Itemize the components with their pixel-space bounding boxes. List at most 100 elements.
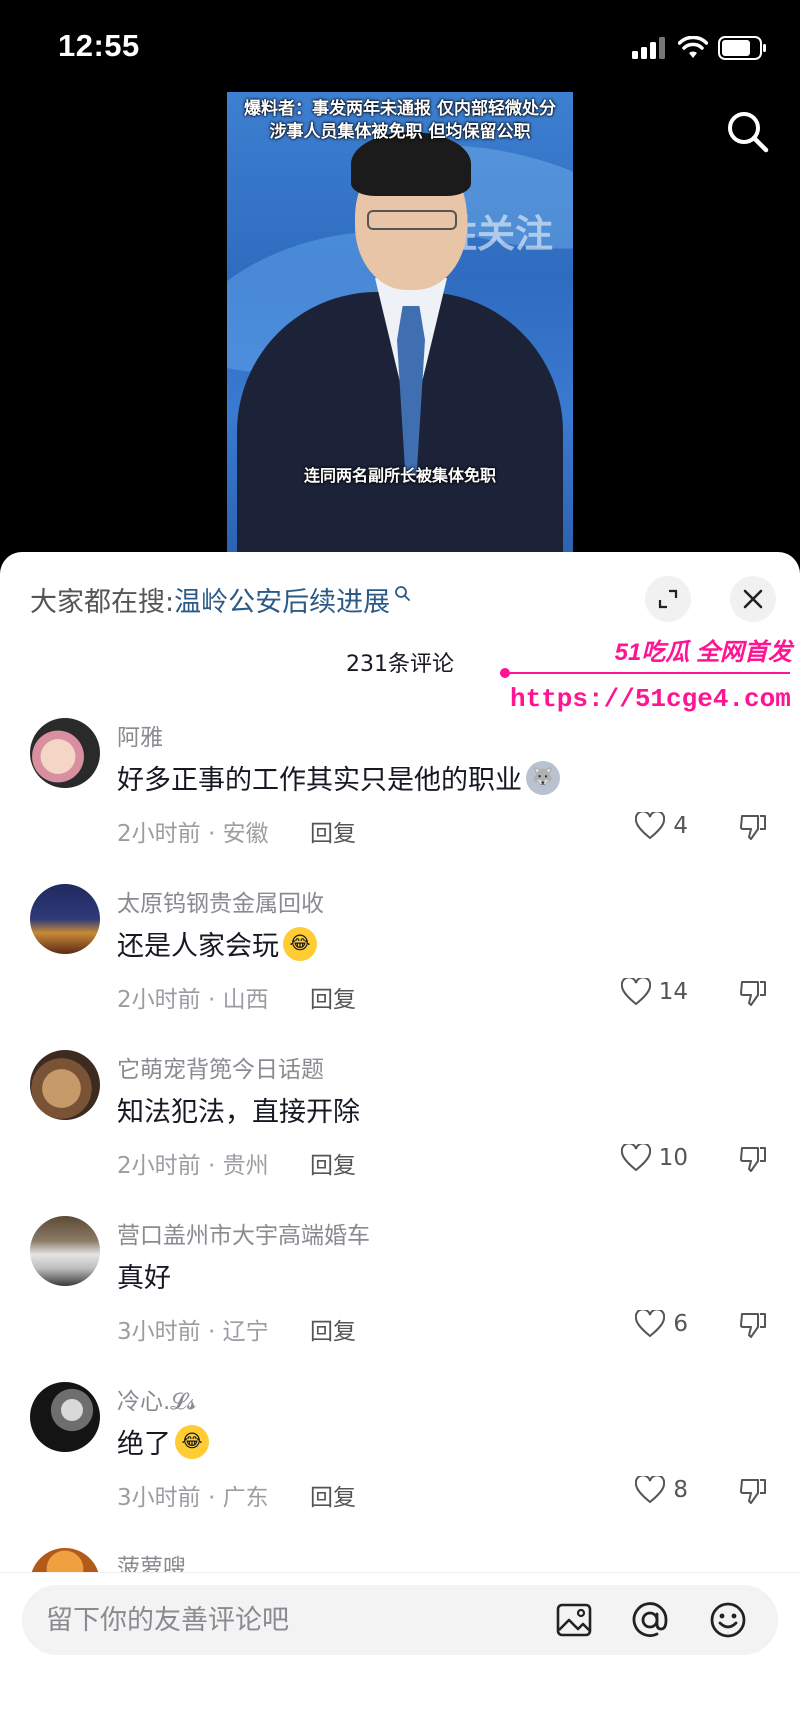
heart-icon [620, 978, 651, 1006]
comment-meta: 2小时前 · 贵州 [117, 1146, 269, 1180]
comment-item[interactable]: 太原钨钢贵金属回收 还是人家会玩 😂 2小时前 · 山西 回复 14 [0, 884, 800, 1050]
search-icon[interactable] [724, 108, 772, 156]
comment-region: 安徽 [222, 821, 269, 847]
comment-text-body: 绝了 [117, 1429, 171, 1460]
search-icon [395, 585, 411, 601]
mention-icon[interactable] [630, 1600, 670, 1640]
anchor-glasses [367, 210, 457, 230]
comment-text-body: 真好 [117, 1263, 171, 1294]
promo-url: https://51cge4.com [510, 684, 791, 714]
dog-emoji-icon: 🐺 [526, 760, 560, 795]
expand-icon [658, 589, 678, 609]
comment-item[interactable]: 营口盖州市大宇高端婚车 真好 3小时前 · 辽宁 回复 6 [0, 1216, 800, 1382]
like-button[interactable]: 10 [620, 1144, 688, 1172]
comment-item[interactable]: 它萌宠背篼今日话题 知法犯法，直接开除 2小时前 · 贵州 回复 10 [0, 1050, 800, 1216]
video-caption-line: 爆料者：事发两年未通报 仅内部轻微处分 [244, 99, 556, 119]
meta-separator: · [200, 1485, 223, 1511]
comment-time: 2小时前 [117, 821, 201, 847]
comment-text: 还是人家会玩 😂 [117, 924, 317, 963]
like-button[interactable]: 6 [635, 1310, 688, 1338]
like-button[interactable]: 8 [635, 1476, 688, 1504]
promo-divider [500, 668, 790, 678]
battery-icon [718, 36, 766, 60]
comment-username[interactable]: 冷心.𝓛𝓼 [117, 1382, 196, 1416]
dislike-icon[interactable] [738, 812, 768, 842]
dislike-icon[interactable] [738, 1310, 768, 1340]
comment-text: 绝了 😂 [117, 1422, 209, 1461]
comment-meta: 3小时前 · 辽宁 [117, 1312, 269, 1346]
meta-separator: · [200, 1153, 223, 1179]
like-count: 14 [658, 979, 688, 1005]
comment-input[interactable] [46, 1585, 546, 1655]
laugh-cry-emoji-icon: 😂 [283, 926, 317, 961]
avatar[interactable] [30, 718, 100, 788]
meta-separator: · [200, 987, 223, 1013]
comment-meta: 3小时前 · 广东 [117, 1478, 269, 1512]
like-count: 4 [673, 813, 688, 839]
emoji-icon[interactable] [708, 1600, 748, 1640]
dislike-icon[interactable] [738, 1476, 768, 1506]
wifi-icon [678, 36, 708, 58]
search-suggestion[interactable]: 大家都在搜: 温岭公安后续进展 [30, 580, 411, 619]
status-icons [632, 36, 768, 60]
comment-text-body: 好多正事的工作其实只是他的职业 [117, 765, 522, 796]
comment-item[interactable]: 阿雅 好多正事的工作其实只是他的职业 🐺 2小时前 · 安徽 回复 4 [0, 718, 800, 884]
avatar[interactable] [30, 1382, 100, 1452]
status-time: 12:55 [58, 28, 140, 63]
dislike-icon[interactable] [738, 1144, 768, 1174]
avatar[interactable] [30, 1216, 100, 1286]
comment-time: 3小时前 [117, 1319, 201, 1345]
comment-region: 山西 [222, 987, 269, 1013]
reply-button[interactable]: 回复 [310, 814, 356, 848]
like-count: 8 [673, 1477, 688, 1503]
comment-sheet: 大家都在搜: 温岭公安后续进展 231条评论 51吃瓜 全网首发 https:/… [0, 552, 800, 1731]
reply-button[interactable]: 回复 [310, 980, 356, 1014]
comment-time: 2小时前 [117, 987, 201, 1013]
comment-text-body: 知法犯法，直接开除 [117, 1097, 360, 1128]
expand-button[interactable] [645, 576, 691, 622]
search-suggestion-term[interactable]: 温岭公安后续进展 [174, 580, 390, 619]
search-suggestion-prefix: 大家都在搜: [30, 587, 175, 618]
comment-username[interactable]: 阿雅 [117, 718, 163, 752]
cellular-signal-icon [632, 37, 665, 59]
comment-text: 知法犯法，直接开除 [117, 1090, 360, 1129]
meta-separator: · [200, 821, 223, 847]
avatar[interactable] [30, 1050, 100, 1120]
comment-region: 贵州 [222, 1153, 269, 1179]
comment-meta: 2小时前 · 山西 [117, 980, 269, 1014]
heart-icon [635, 812, 666, 840]
comment-username[interactable]: 营口盖州市大宇高端婚车 [117, 1216, 370, 1250]
video-caption-top: 爆料者：事发两年未通报 仅内部轻微处分 涉事人员集体被免职 但均保留公职 [227, 98, 573, 144]
close-icon [743, 589, 763, 609]
heart-icon [620, 1144, 651, 1172]
laugh-cry-emoji-icon: 😂 [175, 1424, 209, 1459]
avatar[interactable] [30, 884, 100, 954]
dislike-icon[interactable] [738, 978, 768, 1008]
reply-button[interactable]: 回复 [310, 1312, 356, 1346]
like-count: 10 [658, 1145, 688, 1171]
comment-input-container[interactable] [22, 1585, 778, 1655]
comment-text: 真好 [117, 1256, 171, 1295]
heart-icon [635, 1476, 666, 1504]
video-frame[interactable]: 百姓关注 爆料者：事发两年未通报 仅内部轻微处分 涉事人员集体被免职 但均保留公… [227, 92, 573, 552]
heart-icon [635, 1310, 666, 1338]
close-button[interactable] [730, 576, 776, 622]
video-player[interactable]: 百姓关注 爆料者：事发两年未通报 仅内部轻微处分 涉事人员集体被免职 但均保留公… [0, 92, 800, 552]
video-subtitle: 连同两名副所长被集体免职 [303, 466, 496, 485]
comment-region: 广东 [222, 1485, 269, 1511]
like-button[interactable]: 4 [635, 812, 688, 840]
comment-meta: 2小时前 · 安徽 [117, 814, 269, 848]
comment-text: 好多正事的工作其实只是他的职业 🐺 [117, 758, 560, 797]
image-icon[interactable] [554, 1600, 594, 1640]
comment-username[interactable]: 它萌宠背篼今日话题 [117, 1050, 324, 1084]
like-button[interactable]: 14 [620, 978, 688, 1006]
comment-time: 2小时前 [117, 1153, 201, 1179]
reply-button[interactable]: 回复 [310, 1146, 356, 1180]
reply-button[interactable]: 回复 [310, 1478, 356, 1512]
promo-title: 51吃瓜 全网首发 [614, 639, 792, 666]
comment-username[interactable]: 太原钨钢贵金属回收 [117, 884, 324, 918]
comment-item[interactable]: 冷心.𝓛𝓼 绝了 😂 3小时前 · 广东 回复 8 [0, 1382, 800, 1548]
comment-input-bar [0, 1572, 800, 1731]
meta-separator: · [200, 1319, 223, 1345]
promo-watermark: 51吃瓜 全网首发 https://51cge4.com [500, 632, 800, 732]
